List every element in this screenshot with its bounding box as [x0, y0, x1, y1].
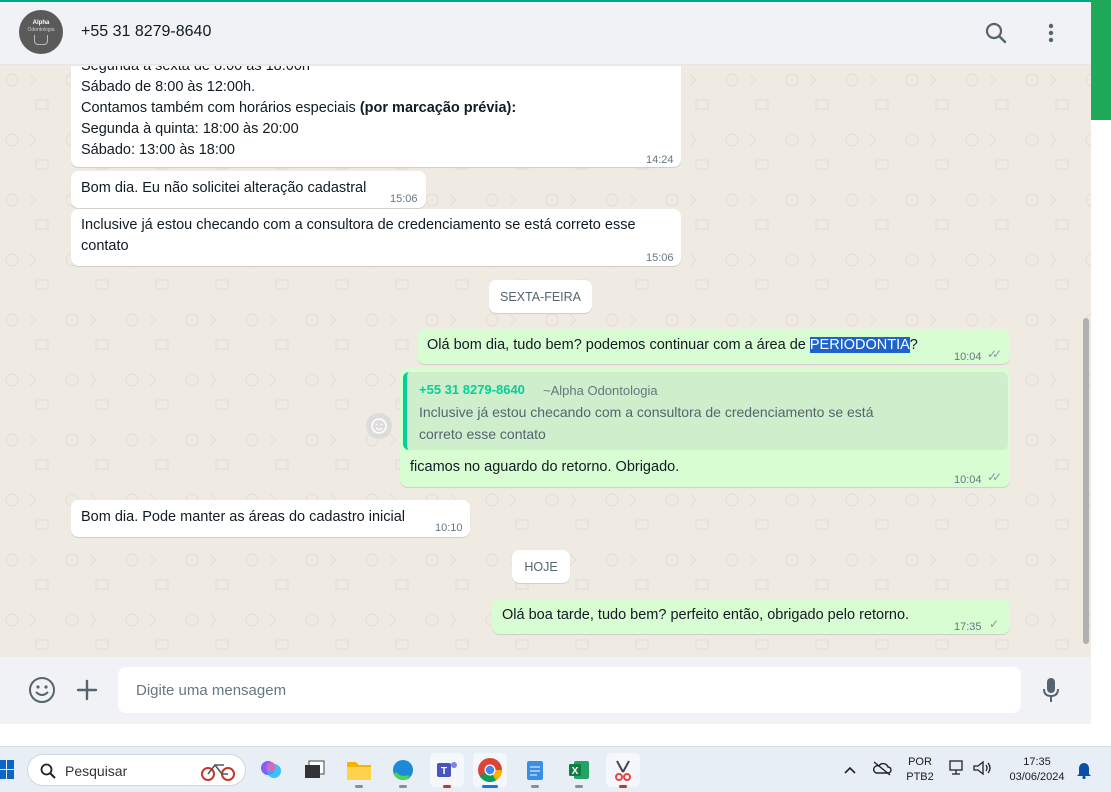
svg-text:X: X [572, 766, 579, 777]
file-explorer-icon[interactable] [342, 753, 376, 788]
microphone-icon[interactable] [1036, 675, 1066, 705]
incoming-message[interactable]: Inclusive já estou checando com a consul… [71, 209, 681, 266]
message-time: 10:10 [435, 522, 463, 534]
day-separator: SEXTA-FEIRA [489, 280, 592, 313]
quoted-author-pushname: ~Alpha Odontologia [543, 383, 658, 398]
message-time: 17:35 [954, 621, 982, 633]
message-time: 15:06 [390, 193, 418, 205]
day-separator: HOJE [512, 550, 570, 583]
chat-conversation[interactable]: Segunda à sexta de 8:00 às 18:00h Sábado… [0, 66, 1091, 657]
incoming-message[interactable]: Bom dia. Pode manter as áreas do cadastr… [71, 500, 470, 537]
quoted-text: Inclusive já estou checando com a consul… [419, 404, 874, 442]
outgoing-message[interactable]: Olá bom dia, tudo bem? podemos continuar… [417, 329, 1010, 364]
windows-start-icon[interactable] [0, 759, 14, 781]
window-bottom-gap [0, 724, 1111, 746]
taskbar-search-label: Pesquisar [65, 763, 128, 779]
attach-plus-icon[interactable] [72, 675, 102, 705]
contact-name[interactable]: +55 31 8279-8640 [81, 23, 211, 41]
message-composer [0, 657, 1091, 724]
avatar-logo-subtext: Odontologia [27, 26, 55, 33]
onedrive-offline-icon[interactable] [872, 760, 892, 781]
quoted-author: +55 31 8279-8640 [419, 382, 525, 397]
emoji-icon[interactable] [27, 675, 57, 705]
incoming-message-hours[interactable]: Segunda à sexta de 8:00 às 18:00h Sábado… [71, 66, 681, 167]
double-check-icon: ✓✓ [987, 347, 1002, 361]
react-emoji-button[interactable] [366, 413, 392, 439]
bicycle-icon [201, 763, 235, 781]
network-icon[interactable] [948, 760, 966, 781]
copilot-app-icon[interactable] [254, 753, 288, 787]
quoted-message[interactable]: +55 31 8279-8640 ~Alpha Odontologia Incl… [403, 372, 1008, 450]
chrome-browser-icon[interactable] [473, 753, 507, 788]
excel-app-icon[interactable]: X [562, 753, 596, 788]
right-side-strip [1091, 0, 1111, 724]
selected-text-highlight: PERIODONTIA [809, 337, 910, 353]
input-language-indicator[interactable]: POR PTB2 [906, 755, 934, 785]
chat-header: Alpha Odontologia +55 31 8279-8640 [0, 2, 1091, 65]
menu-kebab-icon[interactable] [1038, 20, 1064, 46]
message-input[interactable] [118, 667, 1021, 713]
message-text: Inclusive já estou checando com a consul… [81, 217, 636, 254]
contact-avatar[interactable]: Alpha Odontologia [19, 10, 63, 54]
notepad-icon[interactable] [518, 753, 552, 788]
message-time: 15:06 [646, 252, 674, 264]
single-check-icon: ✓ [989, 617, 1000, 631]
double-check-icon: ✓✓ [987, 470, 1002, 484]
avatar-logo-text: Alpha [32, 19, 50, 26]
message-text: ficamos no aguardo do retorno. Obrigado. [410, 459, 680, 475]
message-text: Bom dia. Eu não solicitei alteração cada… [81, 180, 367, 196]
search-icon [40, 763, 56, 779]
snipping-tool-icon[interactable] [606, 753, 640, 788]
tray-overflow-chevron-icon[interactable] [843, 762, 857, 780]
system-clock[interactable]: 17:35 03/06/2024 [1002, 755, 1072, 785]
search-icon[interactable] [983, 20, 1009, 46]
tooth-logo-icon [34, 34, 48, 45]
message-time: 10:04 [954, 474, 982, 486]
smiley-icon [371, 418, 387, 434]
outgoing-message-reply[interactable]: +55 31 8279-8640 ~Alpha Odontologia Incl… [400, 368, 1010, 487]
message-time: 14:24 [646, 154, 674, 166]
task-view-icon[interactable] [298, 753, 332, 787]
message-time: 10:04 [954, 351, 982, 363]
taskbar-search-box[interactable]: Pesquisar [27, 754, 246, 786]
volume-icon[interactable] [972, 760, 992, 781]
message-text: Segunda à sexta de 8:00 às 18:00h Sábado… [81, 66, 517, 158]
windows-taskbar: Pesquisar T X POR PTB2 17:35 03/06/2024 [0, 746, 1111, 792]
message-text: Bom dia. Pode manter as áreas do cadastr… [81, 509, 406, 525]
outgoing-message[interactable]: Olá boa tarde, tudo bem? perfeito então,… [492, 599, 1010, 634]
svg-text:T: T [441, 766, 447, 777]
message-text: Olá bom dia, tudo bem? podemos continuar… [427, 337, 918, 353]
incoming-message[interactable]: Bom dia. Eu não solicitei alteração cada… [71, 171, 426, 208]
message-text: Olá boa tarde, tudo bem? perfeito então,… [502, 607, 910, 623]
notification-bell-icon[interactable] [1076, 761, 1092, 784]
teams-app-icon[interactable]: T [430, 753, 464, 788]
edge-browser-icon[interactable] [386, 753, 420, 788]
chat-scrollbar-thumb[interactable] [1083, 318, 1089, 644]
